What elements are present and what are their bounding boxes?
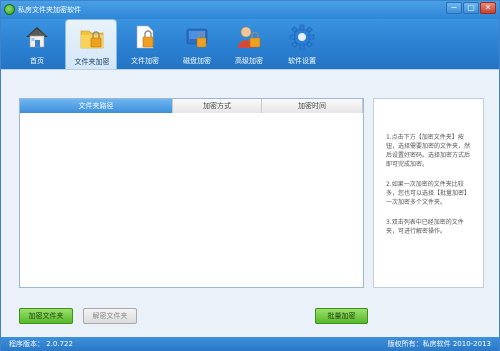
decrypt-folder-button[interactable]: 解密文件夹 [83, 308, 137, 324]
status-bar: 程序版本： 2.0.722 版权所有：私房软件 2010-2013 [1, 337, 499, 351]
app-window: 私房文件夹加密软件 − ▢ ✕ 首页 文件夹加密 文件加密 磁盘加密 高级加密 … [0, 0, 500, 351]
window-controls: − ▢ ✕ [446, 2, 496, 14]
main-toolbar: 首页 文件夹加密 文件加密 磁盘加密 高级加密 软件设置 [1, 19, 499, 69]
app-logo-icon [4, 4, 15, 15]
window-title: 私房文件夹加密软件 [18, 6, 81, 14]
title-bar[interactable]: 私房文件夹加密软件 − ▢ ✕ [1, 1, 499, 19]
nav-advanced-encrypt-label: 高级加密 [235, 57, 263, 65]
disk-lock-icon [186, 28, 208, 48]
batch-encrypt-button[interactable]: 批量加密 [315, 308, 368, 324]
copyright-text: 版权所有：私房软件 2010-2013 [387, 340, 491, 348]
table-header: 文件夹路径 加密方式 加密时间 [20, 99, 363, 113]
gear-icon [289, 24, 315, 50]
nav-folder-encrypt[interactable]: 文件夹加密 [65, 19, 117, 69]
nav-disk-encrypt[interactable]: 磁盘加密 [171, 19, 223, 69]
minimize-button[interactable]: − [446, 2, 462, 14]
user-lock-icon [238, 26, 261, 48]
help-step-3: 3.双击列表中已经加密的文件夹，可进行解密操作。 [386, 219, 464, 235]
help-step-2: 2.如果一次加密的文件夹比较多，您也可以选择【批量加密】一次加密多个文件夹。 [386, 181, 471, 206]
nav-file-encrypt[interactable]: 文件加密 [119, 19, 171, 69]
version-text: 程序版本： 2.0.722 [9, 340, 73, 348]
close-button[interactable]: ✕ [480, 2, 496, 14]
main-content: 文件夹路径 加密方式 加密时间 1.点击下方【加密文件夹】按钮，选择需要加密的文… [1, 69, 499, 337]
nav-folder-encrypt-label: 文件夹加密 [74, 58, 110, 66]
encrypted-folder-table[interactable]: 文件夹路径 加密方式 加密时间 [19, 98, 364, 288]
nav-home[interactable]: 首页 [11, 19, 63, 69]
nav-advanced-encrypt[interactable]: 高级加密 [223, 19, 275, 69]
nav-file-encrypt-label: 文件加密 [131, 57, 159, 65]
column-header-folder-path[interactable]: 文件夹路径 [20, 99, 173, 113]
column-header-encrypt-time[interactable]: 加密时间 [262, 99, 363, 113]
column-header-encrypt-method[interactable]: 加密方式 [173, 99, 262, 113]
folder-lock-icon [80, 30, 104, 49]
nav-home-label: 首页 [30, 57, 44, 65]
nav-disk-encrypt-label: 磁盘加密 [183, 57, 211, 65]
restore-button[interactable]: ▢ [463, 2, 479, 14]
file-lock-icon [136, 25, 154, 49]
encrypt-folder-button[interactable]: 加密文件夹 [19, 308, 73, 324]
nav-settings-label: 软件设置 [288, 57, 316, 65]
house-icon [26, 27, 48, 48]
help-step-1: 1.点击下方【加密文件夹】按钮，选择需要加密的文件夹，然后设置好密码。选择加密方… [386, 134, 471, 168]
nav-settings[interactable]: 软件设置 [276, 19, 328, 69]
help-panel: 1.点击下方【加密文件夹】按钮，选择需要加密的文件夹，然后设置好密码。选择加密方… [373, 98, 484, 288]
